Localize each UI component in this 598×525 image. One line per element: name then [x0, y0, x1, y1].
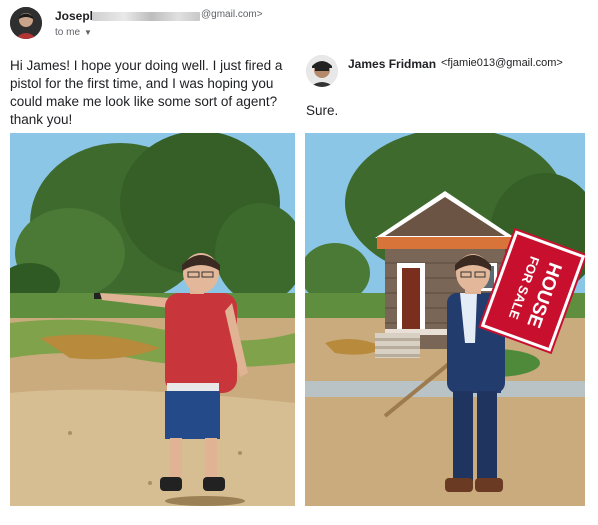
sender-email: @gmail.com> [201, 9, 263, 20]
original-photo [10, 133, 295, 506]
caret-down-icon: ▼ [84, 28, 92, 37]
redacted-email [92, 12, 200, 21]
reply-avatar[interactable] [306, 55, 338, 87]
reply-sender-email: <fjamie013@gmail.com> [441, 57, 563, 69]
request-message: Hi James! I hope your doing well. I just… [10, 58, 283, 127]
sender-avatar[interactable] [10, 7, 42, 39]
reply-message: Sure. [306, 103, 339, 118]
sender-name[interactable]: Joseph [55, 9, 97, 23]
edited-photo: HOUSE FOR SALE [305, 133, 585, 506]
recipient-label: to me [55, 27, 81, 38]
recipient-dropdown[interactable]: to me ▼ [55, 27, 92, 38]
reply-sender-name[interactable]: James Fridman [348, 57, 436, 71]
